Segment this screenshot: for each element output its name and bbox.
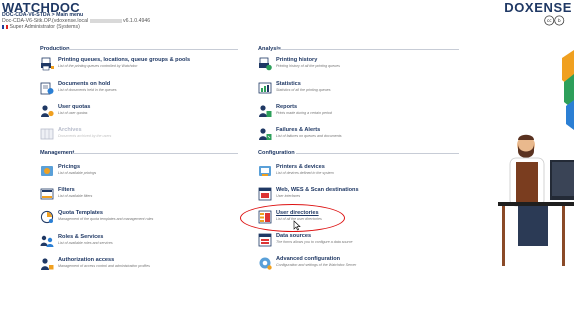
menu-item-title: Web, WES & Scan destinations — [276, 187, 359, 193]
menu-item-title: Failures & Alerts — [276, 127, 321, 133]
menu-item-subtitle: Statistics of all the printing queues — [276, 88, 331, 92]
menu-item-title: Printers & devices — [276, 164, 325, 170]
top-bar: WATCHDOC DOXENSE cc b DOC-CDA-V6-STDA > … — [0, 0, 574, 34]
statistics-icon — [258, 82, 272, 94]
menu-item-subtitle: Management of the quota templates and ma… — [58, 217, 154, 221]
pricings-icon — [41, 166, 53, 176]
menu-item-subtitle: Configuration and settings of the Watchd… — [276, 263, 357, 267]
menu-item-subtitle: List of documents held in the queues — [58, 88, 117, 92]
menu-item-subtitle: The forms allows you to configure a data… — [276, 240, 353, 244]
menu-item-title: Printing history — [276, 57, 318, 63]
menu-item-roles-services[interactable]: Roles & Services List of available roles… — [40, 234, 240, 258]
menu-item-archives: Archives Documents archived by the users — [40, 127, 240, 151]
menu-item-title: Documents on hold — [58, 81, 111, 87]
authorization-icon — [41, 258, 54, 270]
advanced-config-icon — [259, 257, 272, 270]
menu-item-title: Reports — [276, 104, 298, 110]
menu-item-title: Filters — [58, 187, 75, 193]
menu-item-subtitle: Prints made during a certain period — [276, 111, 332, 115]
menu-item-subtitle: Management of access control and adminis… — [58, 264, 150, 268]
menu-item-data-sources[interactable]: Data sources The forms allows you to con… — [258, 233, 458, 257]
mouse-cursor-icon — [293, 220, 301, 231]
menu-item-failures-alerts[interactable]: Failures & Alerts List of failures on qu… — [258, 127, 458, 151]
menu-item-subtitle: Documents archived by the users — [58, 134, 112, 138]
version-label: v6.1.0.4946 — [123, 18, 151, 25]
menu-item-title: Data sources — [276, 233, 312, 239]
menu-item-title: Printing queues, locations, queue groups… — [58, 57, 191, 63]
role-label: Super Administrator (Systems) — [9, 24, 80, 31]
doxense-brand: DOXENSE — [504, 0, 572, 15]
svg-text:cc: cc — [547, 19, 552, 24]
menu-item-subtitle: List of the printing queues controlled b… — [58, 64, 138, 68]
creative-commons-icon: cc b — [544, 15, 565, 26]
user-quota-icon — [41, 105, 54, 117]
section-production-title: Production — [40, 46, 70, 52]
menu-item-title: Pricings — [58, 164, 81, 170]
svg-text:b: b — [558, 18, 561, 24]
web-wes-scan-icon — [258, 187, 272, 201]
menu-item-documents-on-hold[interactable]: Documents on hold List of documents held… — [40, 81, 240, 105]
menu-item-title: Statistics — [276, 81, 301, 87]
user-role: Super Administrator (Systems) — [2, 24, 150, 30]
menu-item-statistics[interactable]: Statistics Statistics of all the printin… — [258, 81, 458, 105]
menu-item-subtitle: List of failures on queues and documents — [276, 134, 342, 138]
menu-item-subtitle: List of available roles and services — [58, 241, 113, 245]
menu-item-authorization-access[interactable]: Authorization access Management of acces… — [40, 257, 240, 281]
menu-item-title: Quota Templates — [58, 210, 103, 216]
filters-icon — [40, 188, 54, 200]
printers-devices-icon — [259, 166, 271, 176]
menu-item-advanced-configuration[interactable]: Advanced configuration Configuration and… — [258, 256, 458, 280]
menu-item-printers-devices[interactable]: Printers & devices List of devices defin… — [258, 164, 458, 188]
menu-item-title: Archives — [58, 127, 82, 133]
server-name: Doc-CDA-V6-Sitk.OP.(vdoxense.local — [2, 18, 89, 25]
menu-item-quota-templates[interactable]: Quota Templates Management of the quota … — [40, 210, 240, 234]
illustration-office-worker — [498, 50, 574, 266]
reports-icon — [259, 105, 272, 117]
menu-item-subtitle: User interfaces — [276, 194, 301, 198]
menu-item-title: Authorization access — [58, 257, 115, 263]
held-documents-icon — [40, 82, 54, 95]
menu-item-subtitle: List of user quotas — [58, 111, 88, 115]
menu-item-user-quotas[interactable]: User quotas List of user quotas — [40, 104, 240, 128]
breadcrumb: DOC-CDA-V6-STDA > Main menu Doc-CDA-V6-S… — [2, 12, 150, 31]
menu-item-filters[interactable]: Filters List of available filters — [40, 187, 240, 211]
section-divider — [296, 153, 459, 154]
printer-queue-icon — [41, 57, 54, 71]
quota-templates-icon — [40, 210, 54, 224]
menu-item-title: Advanced configuration — [276, 256, 341, 262]
menu-item-reports[interactable]: Reports Prints made during a certain per… — [258, 104, 458, 128]
menu-item-printing-queues[interactable]: Printing queues, locations, queue groups… — [40, 57, 240, 81]
data-sources-icon — [258, 233, 272, 247]
section-divider — [68, 49, 238, 50]
menu-item-printing-history[interactable]: Printing history Printing history of all… — [258, 57, 458, 81]
redacted-field — [89, 18, 122, 23]
menu-item-subtitle: List of available pricings — [58, 171, 97, 175]
menu-item-title: Roles & Services — [58, 234, 104, 240]
section-divider — [277, 49, 459, 50]
archives-icon — [40, 128, 54, 140]
menu-item-subtitle: List of available filters — [58, 194, 93, 198]
roles-services-icon — [40, 235, 54, 247]
printing-history-icon — [259, 57, 272, 71]
failures-alerts-icon — [259, 128, 272, 140]
menu-item-subtitle: Printing history of all the printing que… — [276, 64, 340, 68]
menu-item-pricings[interactable]: Pricings List of available pricings — [40, 164, 240, 188]
menu-item-subtitle: List of devices defined in the system — [276, 171, 334, 175]
language-flag-icon[interactable] — [2, 25, 8, 30]
menu-item-title: User quotas — [58, 104, 91, 110]
section-divider — [72, 153, 238, 154]
